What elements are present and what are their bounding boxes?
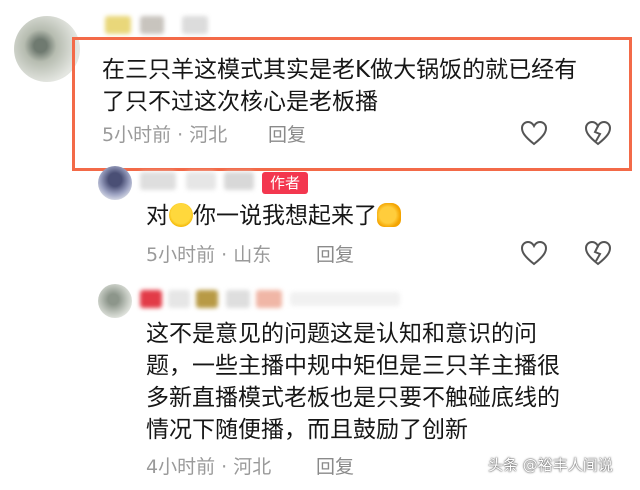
comment-text: 对你一说我想起来了: [146, 200, 401, 232]
laughing-emoji-icon: [169, 203, 193, 227]
comment-line: 情况下随便播，而且鼓励了创新: [146, 417, 468, 443]
separator-dot: ·: [221, 456, 228, 478]
comment-text: 这不是意见的问题这是认知和意识的问 题，一些主播中规中矩但是三只羊主播很 多新直…: [146, 318, 560, 446]
comment-line: 多新直播模式老板也是只要不触碰底线的: [146, 385, 560, 411]
timestamp: 5小时前: [146, 244, 216, 266]
timestamp: 4小时前: [146, 456, 216, 478]
author-tag: 作者: [262, 172, 308, 194]
reply-button[interactable]: 回复: [316, 452, 354, 479]
location: 河北: [233, 456, 272, 478]
watermark: 头条 @裕丰人间说: [488, 456, 613, 474]
avatar[interactable]: [98, 166, 132, 200]
avatar[interactable]: [98, 284, 132, 318]
comment-meta: 5小时前 · 山东: [146, 240, 271, 267]
reply-button[interactable]: 回复: [316, 240, 354, 267]
comment-line: 题，一些主播中规中矩但是三只羊主播很: [146, 353, 560, 379]
separator-dot: ·: [221, 244, 228, 266]
comment-meta: 4小时前 · 河北: [146, 452, 271, 479]
thumbs-up-emoji-icon: [377, 203, 401, 227]
avatar[interactable]: [14, 16, 80, 82]
comment-line: 这不是意见的问题这是认知和意识的问: [146, 321, 537, 347]
like-heart-icon[interactable]: [520, 240, 548, 266]
location: 山东: [233, 244, 272, 266]
highlight-box: [72, 37, 632, 171]
dislike-broken-heart-icon[interactable]: [584, 240, 612, 266]
